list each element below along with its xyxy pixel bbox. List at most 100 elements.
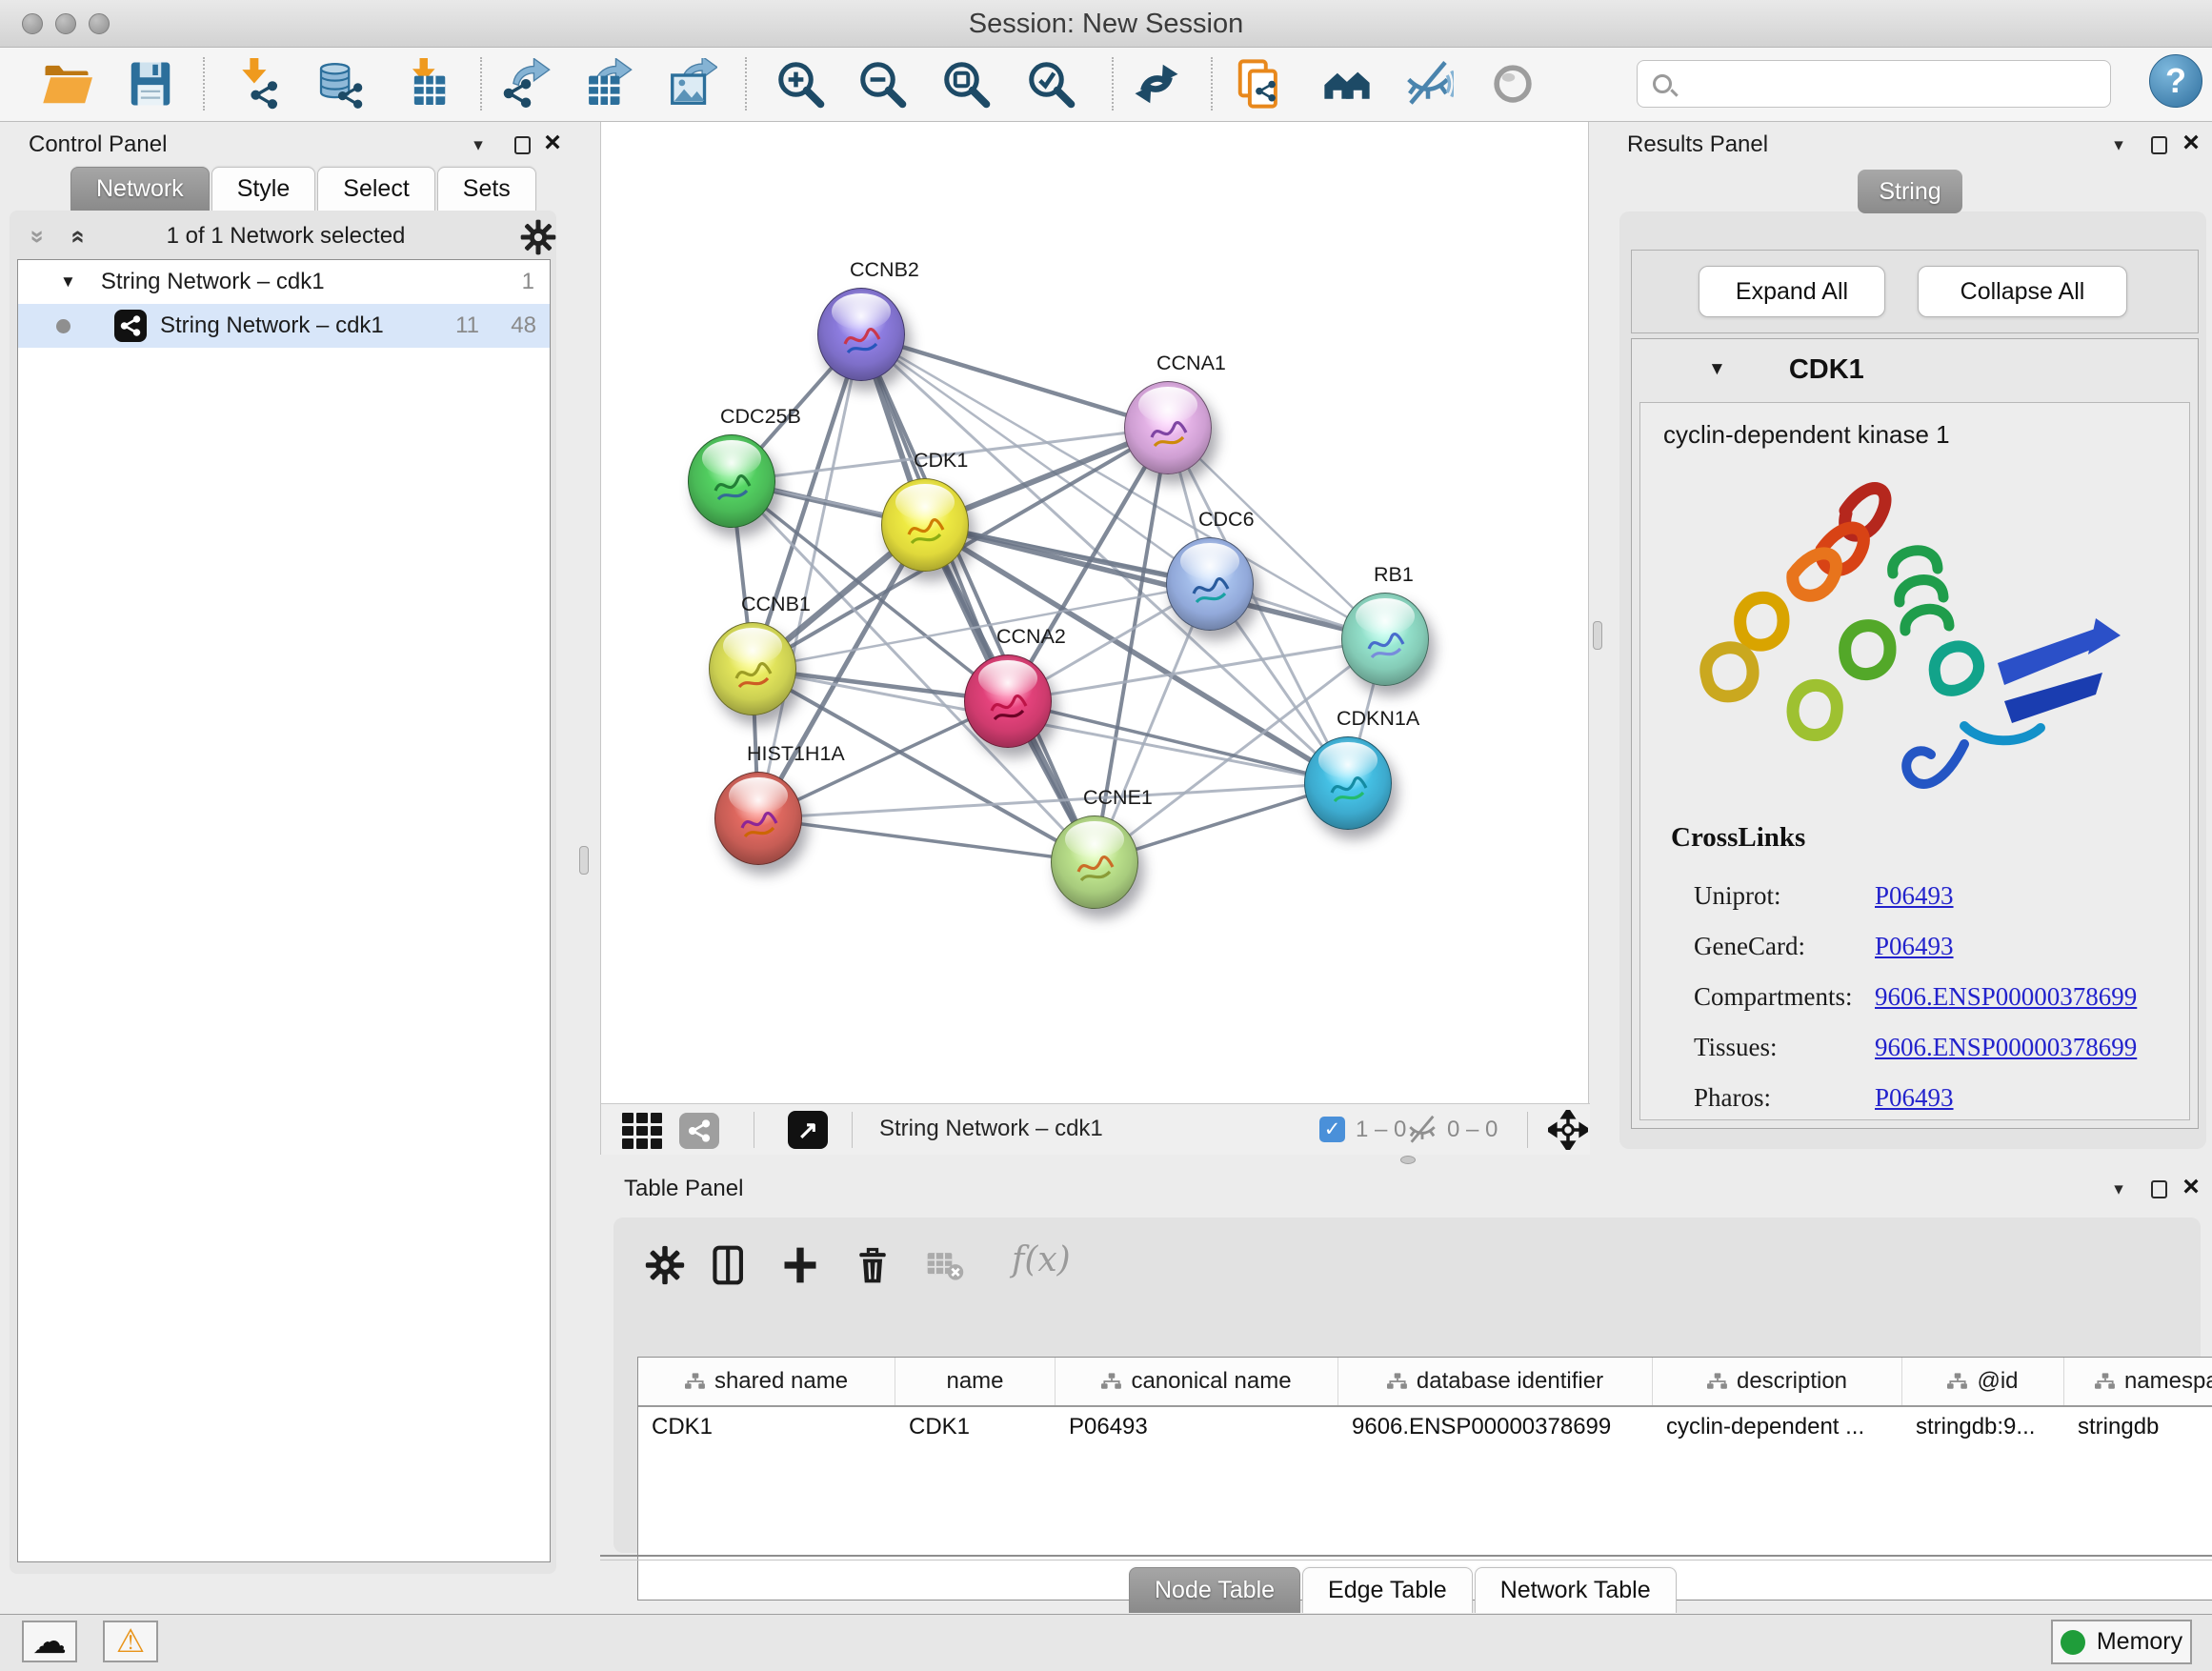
table-cell[interactable]: P06493 — [1056, 1414, 1338, 1440]
network-row[interactable]: String Network – cdk1 11 48 — [18, 304, 550, 348]
node-CCNB1[interactable] — [709, 622, 796, 715]
section-collapse-caret-icon[interactable]: ▼ — [1708, 359, 1726, 380]
column-header-canonical-name[interactable]: canonical name — [1056, 1358, 1338, 1405]
table-panel-menu-button[interactable]: ▾ — [2105, 1178, 2132, 1200]
table-cell[interactable]: stringdb — [2064, 1414, 2212, 1440]
control-panel-float-button[interactable] — [509, 133, 535, 156]
table-cell[interactable]: cyclin-dependent ... — [1653, 1414, 1902, 1440]
network-options-gear-icon[interactable] — [516, 215, 560, 259]
node-CCNA1[interactable] — [1124, 381, 1212, 474]
node-CCNA2[interactable] — [964, 654, 1052, 748]
tab-network-table[interactable]: Network Table — [1475, 1567, 1677, 1613]
show-columns-icon[interactable] — [705, 1240, 754, 1290]
node-CDKN1A[interactable] — [1304, 736, 1392, 830]
help-button[interactable]: ? — [2149, 54, 2202, 108]
import-table-button[interactable] — [395, 53, 456, 114]
edge-CCNB2-CCNA1[interactable] — [861, 334, 1168, 428]
table-panel-close-button[interactable]: × — [2178, 1174, 2204, 1200]
column-header-shared-name[interactable]: shared name — [638, 1358, 895, 1405]
tab-network[interactable]: Network — [70, 167, 210, 211]
eye-lens-button[interactable] — [1482, 53, 1543, 114]
crosslink-link[interactable]: P06493 — [1875, 881, 1954, 911]
results-panel-float-button[interactable] — [2145, 133, 2172, 156]
crosslink-link[interactable]: 9606.ENSP00000378699 — [1875, 982, 2137, 1012]
table-cell[interactable]: CDK1 — [895, 1414, 1056, 1440]
network-canvas[interactable]: CCNB2CCNA1CDC25BCDK1CDC6RB1CCNB1CCNA2CDK… — [601, 122, 1590, 1103]
export-network-button[interactable] — [494, 53, 555, 114]
node-CDC25B[interactable] — [688, 434, 775, 528]
gene-section-header[interactable]: ▼ CDK1 — [1632, 339, 2198, 400]
crosslink-link[interactable]: P06493 — [1875, 932, 1954, 961]
table-cell[interactable]: CDK1 — [638, 1414, 895, 1440]
fit-content-crosshair-icon[interactable] — [1548, 1110, 1588, 1150]
crosslink-link[interactable]: P06493 — [1875, 1083, 1954, 1113]
edge-CCNA2-CDKN1A[interactable] — [1008, 701, 1348, 783]
horizontal-splitter-handle[interactable] — [1400, 1156, 1416, 1164]
edge-CDK1-RB1[interactable] — [925, 525, 1385, 639]
table-panel-float-button[interactable] — [2145, 1178, 2172, 1200]
zoom-out-button[interactable] — [852, 53, 913, 114]
open-session-button[interactable] — [36, 53, 97, 114]
expand-all-button[interactable]: Expand All — [1699, 266, 1885, 317]
zoom-selected-button[interactable] — [1020, 53, 1081, 114]
node-CCNE1[interactable] — [1051, 815, 1138, 909]
column-header-@id[interactable]: @id — [1902, 1358, 2064, 1405]
right-splitter-handle[interactable] — [1593, 621, 1602, 650]
tab-style[interactable]: Style — [211, 167, 316, 211]
zoom-in-button[interactable] — [770, 53, 831, 114]
column-header-namespace[interactable]: namespace — [2064, 1358, 2212, 1405]
selected-items-checkbox[interactable]: ✓ — [1319, 1117, 1345, 1142]
string-import-button[interactable] — [1229, 53, 1290, 114]
column-header-description[interactable]: description — [1653, 1358, 1902, 1405]
zoom-fit-button[interactable] — [935, 53, 996, 114]
add-column-icon[interactable] — [775, 1240, 825, 1290]
control-panel-menu-button[interactable]: ▾ — [465, 133, 492, 156]
search-input[interactable] — [1683, 65, 2099, 103]
homology-homes-button[interactable] — [1317, 53, 1377, 114]
control-panel-close-button[interactable]: × — [539, 130, 566, 156]
edge-HIST1H1A-CCNE1[interactable] — [758, 818, 1095, 862]
tab-sets[interactable]: Sets — [437, 167, 536, 211]
memory-button[interactable]: Memory — [2051, 1620, 2192, 1664]
node-CDK1[interactable] — [881, 478, 969, 572]
tab-edge-table[interactable]: Edge Table — [1302, 1567, 1473, 1613]
left-splitter-handle[interactable] — [579, 846, 589, 875]
node-RB1[interactable] — [1341, 593, 1429, 686]
column-header-name[interactable]: name — [895, 1358, 1056, 1405]
export-table-button[interactable] — [576, 53, 637, 114]
hidden-items-icon[interactable] — [1406, 1114, 1438, 1146]
tab-select[interactable]: Select — [317, 167, 434, 211]
refresh-layout-button[interactable] — [1126, 53, 1187, 114]
node-HIST1H1A[interactable] — [714, 772, 802, 865]
network-collection-row[interactable]: ▼ String Network – cdk1 1 — [18, 260, 550, 304]
warnings-button[interactable]: ⚠ — [103, 1621, 158, 1662]
node-CDC6[interactable] — [1166, 537, 1254, 631]
table-cell[interactable]: 9606.ENSP00000378699 — [1338, 1414, 1653, 1440]
hide-glass-eye-button[interactable] — [1398, 53, 1458, 114]
import-network-button[interactable] — [227, 53, 288, 114]
crosslink-link[interactable]: 9606.ENSP00000378699 — [1875, 1033, 2137, 1062]
network-overview-share-icon[interactable] — [679, 1113, 719, 1149]
expand-all-chevron-icon[interactable]: » — [59, 219, 93, 253]
column-header-database-identifier[interactable]: database identifier — [1338, 1358, 1653, 1405]
tab-string[interactable]: String — [1858, 170, 1962, 213]
table-cell[interactable]: stringdb:9... — [1902, 1414, 2064, 1440]
table-row[interactable]: CDK1CDK1P064939606.ENSP00000378699cyclin… — [638, 1407, 2212, 1447]
birds-eye-grid-icon[interactable] — [622, 1113, 662, 1149]
import-network-from-database-button[interactable] — [308, 53, 369, 114]
collapse-all-chevron-icon[interactable]: » — [21, 219, 55, 253]
results-panel-close-button[interactable]: × — [2178, 130, 2204, 156]
node-CCNB2[interactable] — [817, 288, 905, 381]
collapse-all-button[interactable]: Collapse All — [1918, 266, 2127, 317]
results-panel-menu-button[interactable]: ▾ — [2105, 133, 2132, 156]
delete-table-icon[interactable] — [920, 1240, 970, 1290]
save-session-button[interactable] — [120, 53, 181, 114]
delete-column-trash-icon[interactable] — [848, 1240, 897, 1290]
tab-node-table[interactable]: Node Table — [1129, 1567, 1300, 1613]
table-settings-gear-icon[interactable] — [640, 1240, 690, 1290]
open-in-new-window-icon[interactable]: ↗ — [788, 1111, 828, 1149]
tree-expand-caret-icon[interactable]: ▼ — [60, 272, 76, 292]
function-builder-button[interactable]: f(x) — [1012, 1240, 1071, 1279]
edge-CCNB2-CCNE1[interactable] — [861, 334, 1095, 862]
cloud-button[interactable]: ☁ — [22, 1621, 77, 1662]
